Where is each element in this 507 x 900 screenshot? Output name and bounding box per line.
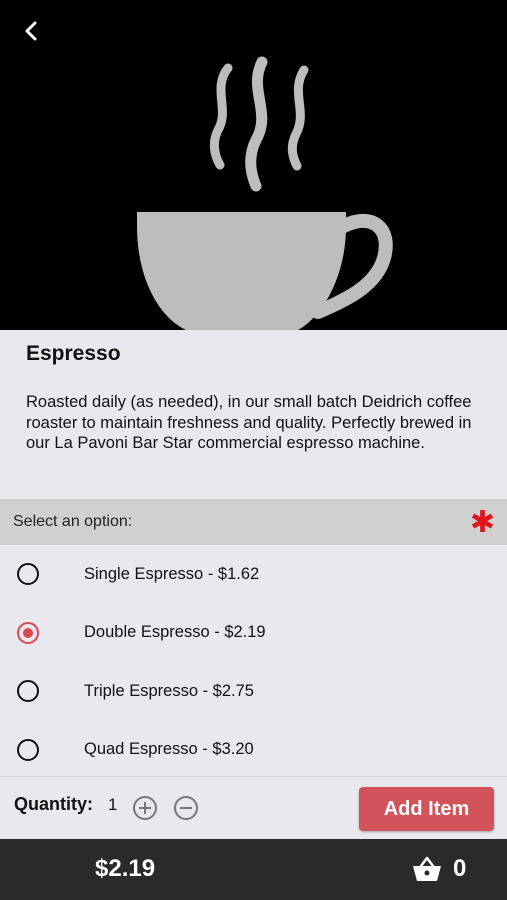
hero-image — [0, 0, 507, 330]
product-title: Espresso — [26, 342, 121, 365]
option-section-header: Select an option: ✱ — [0, 499, 507, 545]
plus-circle-icon[interactable] — [132, 795, 158, 821]
required-asterisk-icon: ✱ — [469, 506, 495, 539]
quantity-value: 1 — [108, 795, 118, 814]
minus-circle-icon[interactable] — [173, 795, 199, 821]
radio-button[interactable] — [17, 738, 39, 761]
option-list: Single Espresso - $1.62 Double Espresso … — [0, 545, 507, 779]
add-item-button[interactable]: Add Item — [359, 787, 494, 831]
cart-count: 0 — [453, 855, 467, 882]
option-double-espresso[interactable]: Double Espresso - $2.19 — [0, 604, 507, 663]
option-single-espresso[interactable]: Single Espresso - $1.62 — [0, 545, 507, 604]
quantity-bar: Quantity: 1 Add Item — [0, 776, 507, 840]
coffee-cup-steam-icon — [137, 56, 393, 330]
option-triple-espresso[interactable]: Triple Espresso - $2.75 — [0, 662, 507, 721]
option-label: Single Espresso - $1.62 — [84, 564, 260, 583]
option-header-label: Select an option: — [13, 513, 133, 530]
chevron-left-icon — [25, 21, 37, 41]
back-button[interactable] — [14, 14, 48, 48]
option-quad-espresso[interactable]: Quad Espresso - $3.20 — [0, 721, 507, 780]
radio-button[interactable] — [17, 680, 39, 703]
option-label: Double Espresso - $2.19 — [84, 623, 266, 642]
radio-button[interactable] — [17, 563, 39, 586]
quantity-label: Quantity: — [14, 794, 93, 814]
product-description: Roasted daily (as needed), in our small … — [26, 393, 472, 452]
option-label: Triple Espresso - $2.75 — [84, 681, 254, 700]
option-label: Quad Espresso - $3.20 — [84, 740, 254, 759]
basket-icon[interactable] — [412, 855, 442, 883]
cart-footer: $2.19 0 — [0, 839, 507, 900]
radio-button-selected[interactable] — [17, 621, 39, 644]
order-total: $2.19 — [95, 855, 156, 882]
